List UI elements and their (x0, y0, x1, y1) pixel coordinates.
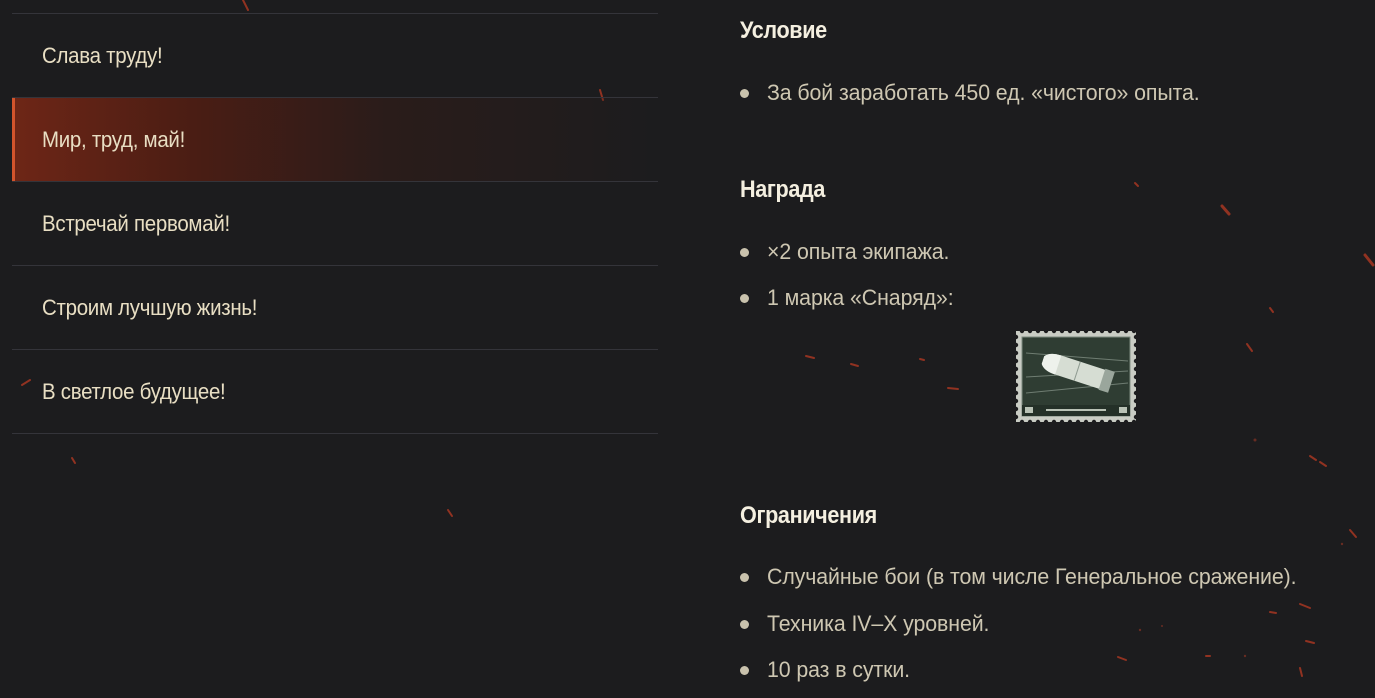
restrictions-title: Ограничения (740, 502, 877, 529)
reward-item: ×2 опыта экипажа. (740, 239, 955, 265)
mission-label: Мир, труд, май! (42, 126, 185, 152)
mission-item-v-svetloe-budushchee[interactable]: В светлое будущее! (12, 350, 658, 434)
mission-list: Слава труду! Мир, труд, май! Встречай пе… (12, 13, 658, 434)
bullet-icon (740, 572, 749, 582)
reward-text: ×2 опыта экипажа. (767, 239, 950, 264)
mission-label: В светлое будущее! (42, 378, 226, 404)
restriction-text: Техника IV–X уровней. (767, 611, 990, 636)
bullet-icon (740, 665, 749, 675)
shell-stamp-icon (1016, 331, 1136, 422)
restriction-item: 10 раз в сутки. (740, 657, 914, 683)
condition-item: За бой заработать 450 ед. «чистого» опыт… (740, 80, 1213, 106)
reward-item: 1 марка «Снаряд»: (740, 285, 959, 311)
mission-label: Встречай первомай! (42, 210, 230, 236)
restriction-text: 10 раз в сутки. (767, 657, 910, 682)
bullet-icon (740, 619, 749, 629)
mission-item-stroim-luchshuyu-zhizn[interactable]: Строим лучшую жизнь! (12, 266, 658, 350)
reward-text: 1 марка «Снаряд»: (767, 285, 954, 310)
mission-item-slava-trudu[interactable]: Слава труду! (12, 14, 658, 98)
restriction-item: Случайные бои (в том числе Генеральное с… (740, 564, 1313, 590)
bullet-icon (740, 247, 749, 257)
restriction-item: Техника IV–X уровней. (740, 611, 996, 637)
mission-item-mir-trud-may[interactable]: Мир, труд, май! (12, 98, 658, 182)
mission-label: Слава труду! (42, 42, 163, 68)
condition-text: За бой заработать 450 ед. «чистого» опыт… (767, 80, 1200, 105)
reward-title: Награда (740, 176, 826, 203)
mission-label: Строим лучшую жизнь! (42, 294, 258, 320)
mission-item-vstrechay-pervomay[interactable]: Встречай первомай! (12, 182, 658, 266)
restriction-text: Случайные бои (в том числе Генеральное с… (767, 564, 1297, 589)
condition-title: Условие (740, 17, 827, 44)
bullet-icon (740, 88, 749, 98)
bullet-icon (740, 293, 749, 303)
